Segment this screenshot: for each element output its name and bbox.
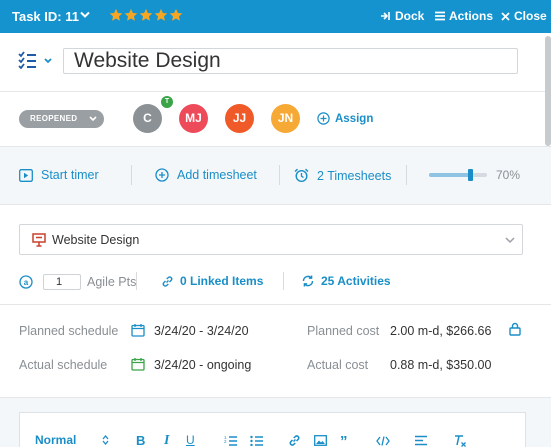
close-label: Close (514, 9, 547, 23)
start-timer-button[interactable]: Start timer (19, 168, 99, 182)
underline-icon[interactable]: U (186, 433, 195, 447)
project-select[interactable]: Website Design (19, 224, 523, 255)
image-icon[interactable] (314, 435, 327, 446)
planned-cost-label: Planned cost (307, 324, 380, 338)
link-icon (162, 275, 173, 287)
divider (0, 91, 551, 92)
star-icon[interactable] (154, 8, 168, 22)
avatar-initials: JN (277, 111, 294, 125)
dock-label: Dock (395, 9, 425, 23)
planned-schedule-label: Planned schedule (19, 324, 119, 338)
assignee-badge: T (161, 96, 173, 108)
avatar-initials: C (143, 111, 152, 125)
description-editor[interactable] (19, 412, 526, 447)
divider (0, 304, 551, 305)
plus-circle-icon (317, 112, 330, 125)
progress-slider-thumb[interactable] (467, 169, 473, 181)
plus-circle-icon (155, 168, 169, 182)
add-timesheet-button[interactable]: Add timesheet (155, 168, 257, 182)
svg-text:2: 2 (224, 439, 227, 444)
bold-icon[interactable]: B (136, 433, 145, 447)
link-icon[interactable] (288, 434, 301, 447)
actions-label: Actions (449, 9, 494, 23)
chevron-down-icon[interactable] (80, 11, 90, 19)
rating-stars[interactable] (109, 8, 183, 22)
menu-icon (435, 11, 445, 21)
calendar-icon (131, 324, 145, 337)
sort-arrows-icon[interactable] (102, 435, 109, 445)
actual-schedule-label: Actual schedule (19, 358, 108, 372)
progress-slider-track[interactable] (429, 169, 487, 181)
close-icon (501, 11, 510, 21)
align-icon[interactable] (414, 435, 428, 446)
divider (131, 165, 132, 185)
italic-icon[interactable]: I (164, 433, 169, 447)
status-label: REOPENED (30, 114, 78, 123)
calendar-check-icon (131, 358, 145, 371)
presentation-icon (32, 233, 46, 247)
agile-icon: a (19, 275, 33, 289)
activities-link[interactable]: 25 Activities (301, 274, 391, 288)
status-dropdown[interactable]: REOPENED (19, 110, 104, 128)
task-id-label[interactable]: Task ID: 11 (12, 9, 79, 24)
progress-slider-fill (429, 173, 470, 177)
add-timesheet-label: Add timesheet (177, 168, 257, 182)
avatar-initials: JJ (232, 111, 247, 125)
timesheets-label: 2 Timesheets (317, 168, 392, 183)
divider (406, 165, 407, 185)
actions-button[interactable]: Actions (435, 9, 493, 23)
format-select[interactable]: Normal (35, 433, 76, 447)
linked-items-label: 0 Linked Items (180, 274, 264, 288)
chevron-down-icon (89, 116, 97, 122)
star-icon[interactable] (124, 8, 138, 22)
quote-icon[interactable]: ” (340, 433, 348, 447)
dock-icon (381, 12, 390, 20)
task-title-input[interactable]: Website Design (63, 48, 518, 74)
ordered-list-icon[interactable]: 12 (224, 435, 237, 446)
planned-schedule-value[interactable]: 3/24/20 - 3/24/20 (154, 324, 249, 338)
divider (279, 165, 280, 185)
timesheets-button[interactable]: 2 Timesheets (294, 168, 391, 183)
divider (283, 272, 284, 290)
activities-label: 25 Activities (321, 274, 391, 288)
svg-text:a: a (24, 278, 29, 287)
avatar[interactable]: C (133, 104, 162, 133)
star-icon[interactable] (139, 8, 153, 22)
actual-cost-label: Actual cost (307, 358, 369, 372)
planned-cost-value: 2.00 m-d, $266.66 (390, 324, 492, 338)
avatar[interactable]: JN (271, 104, 300, 133)
agile-points: a 1 Agile Pts (19, 274, 136, 290)
agile-points-unit: Agile Pts (87, 275, 137, 289)
star-icon[interactable] (169, 8, 183, 22)
assign-label: Assign (335, 112, 374, 125)
avatar-initials: MJ (185, 111, 202, 125)
code-icon[interactable] (376, 436, 390, 446)
close-button[interactable]: Close (501, 9, 547, 23)
actual-cost-value: 0.88 m-d, $350.00 (390, 358, 492, 372)
actual-schedule-value[interactable]: 3/24/20 - ongoing (154, 358, 251, 372)
clear-format-icon[interactable] (453, 434, 467, 447)
dock-button[interactable]: Dock (380, 9, 424, 23)
avatar[interactable]: MJ (179, 104, 208, 133)
top-bar: Task ID: 11 Dock Actions Close (0, 0, 551, 33)
alarm-clock-icon (294, 168, 309, 183)
divider (136, 272, 137, 290)
play-icon (19, 168, 33, 182)
star-icon[interactable] (109, 8, 123, 22)
lock-icon[interactable] (509, 322, 521, 336)
bullet-list-icon[interactable] (250, 435, 263, 446)
start-timer-label: Start timer (41, 168, 99, 182)
progress-percent: 70% (496, 168, 521, 182)
linked-items-link[interactable]: 0 Linked Items (161, 274, 263, 288)
assign-button[interactable]: Assign (317, 112, 373, 125)
checklist-icon (18, 51, 52, 69)
project-name: Website Design (52, 233, 140, 247)
scrollbar[interactable] (545, 36, 551, 146)
task-type-menu[interactable] (18, 51, 54, 69)
agile-points-input[interactable]: 1 (43, 274, 81, 290)
avatar[interactable]: JJ (225, 104, 254, 133)
refresh-icon (302, 275, 314, 287)
chevron-down-icon (505, 237, 515, 244)
